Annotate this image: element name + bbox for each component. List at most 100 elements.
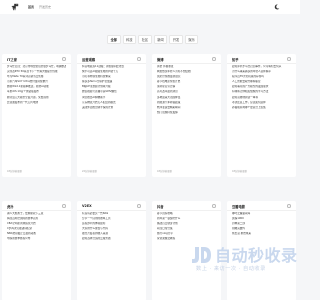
list-item[interactable]: 春节档电影预售开启	[157, 80, 216, 84]
list-item[interactable]: 小红书内容生态持续繁荣	[82, 75, 141, 79]
card-title: 微博	[157, 58, 164, 62]
watermark-title: 自动秒收录	[215, 246, 298, 265]
news-card-weibo: 微博 黄金 价格暴涨 网友热议年轻人为何不想结婚 国足世预赛最新战况 春节档电影…	[152, 54, 221, 177]
list-item[interactable]: 腾讯混元大模型全面开源，免费商用	[7, 96, 66, 100]
card-updated-time: 43分钟前更新	[7, 170, 22, 173]
card-header: 微博	[152, 54, 221, 64]
card-title: 虎扑	[7, 205, 14, 209]
list-item[interactable]: 分享一个自用的效率工具	[82, 217, 141, 221]
tab-news[interactable]: 新闻	[153, 35, 168, 45]
list-item[interactable]: 苹果iOS 19首个测试版发布	[7, 90, 66, 94]
card-updated-time: 43分钟前更新	[232, 170, 247, 173]
list-item[interactable]: 熊出没·重启未来	[232, 232, 291, 236]
tab-dev[interactable]: 开发	[169, 35, 183, 45]
moon-icon[interactable]	[274, 4, 280, 10]
list-item[interactable]: 大家用什么键盘写代码	[82, 227, 141, 231]
list-item[interactable]: 射雕英雄传	[232, 227, 291, 231]
list-item[interactable]: 如何看待国产大模型的发展现状	[232, 85, 291, 89]
list-item[interactable]: 热门话题持续发酵	[157, 111, 216, 115]
news-card-ithome: IT之家 罗马仕召回：北京市场监管局约谈罗马仕，明确整改要求与消费者权益保护 英…	[2, 54, 71, 177]
list-item[interactable]: 如何选择合适的云服务器	[82, 237, 141, 241]
list-item[interactable]: 人工智能会取代哪些职业	[232, 80, 291, 84]
card-title: 豆瓣电影	[232, 205, 246, 209]
card-header: 运营观察	[77, 54, 146, 64]
card-list: 湖人大胜勇士，詹姆斯砍下三双 梅西迈阿密国际新赛季首秀 CBA全明星周末投票开启…	[2, 211, 71, 241]
list-item[interactable]: 微信视频号直播带货GMV翻倍	[82, 90, 141, 94]
list-item[interactable]: 拼多多Temu全球扩张加速	[82, 80, 141, 84]
list-item[interactable]: 某明星官宣恋情	[157, 85, 216, 89]
list-item[interactable]: NBA交易截止日最新动态	[7, 232, 66, 236]
card-title: IT之家	[7, 58, 18, 62]
list-item[interactable]: 罗马仕召回：北京市场监管局约谈罗马仕，明确整改要求与消费者权益保护	[7, 65, 66, 69]
card-header: 虎扑	[2, 201, 71, 211]
refresh-icon[interactable]	[212, 57, 216, 61]
list-item[interactable]: 旅行vlog分享	[157, 232, 216, 236]
list-item[interactable]: 春节回家攻略	[157, 212, 216, 216]
list-item[interactable]: 新能源汽车补贴政策	[157, 101, 216, 105]
list-item[interactable]: 淘宝推出AI购物助手	[82, 96, 141, 100]
refresh-icon[interactable]	[62, 57, 66, 61]
refresh-icon[interactable]	[137, 57, 141, 61]
list-item[interactable]: 唐探1900	[232, 217, 291, 221]
page-root: 首页 开发历史 全部 科技 社区 新闻 开发 娱乐 IT之家 罗马仕召回：北京市…	[0, 0, 300, 300]
list-item[interactable]: 如何评价罗马仕召回事件，公司将何去何从	[232, 65, 291, 69]
list-item[interactable]: 挑战百日健身计划	[157, 222, 216, 226]
list-item[interactable]: 有哪些让你相见恨晚的学习方法	[232, 90, 291, 94]
tab-entertainment[interactable]: 娱乐	[184, 35, 199, 45]
list-item[interactable]: 远程办公的体验如何	[82, 222, 141, 226]
list-item[interactable]: 萌宠日常合集	[157, 227, 216, 231]
watermark-subtitle: 数上 · 来访一次 · 自动收录	[196, 266, 266, 272]
list-item[interactable]: 考研还是工作，应该如何选择	[232, 101, 291, 105]
list-item[interactable]: B站UP主激励计划再升级	[82, 85, 141, 89]
card-list: 罗马仕召回：北京市场监管局约谈罗马仕，明确整改要求与消费者权益保护 英伟达RTX…	[2, 64, 71, 104]
list-item[interactable]: 美团外卖推出骑手保障计划	[82, 106, 141, 110]
refresh-icon[interactable]	[287, 204, 291, 208]
list-item[interactable]: 程序员35岁危机真的存在吗	[232, 75, 291, 79]
card-header: IT之家	[2, 54, 71, 64]
tab-community[interactable]: 社区	[138, 35, 152, 45]
list-item[interactable]: 多地迎来大范围降温	[157, 96, 216, 100]
nav-home-link[interactable]: 首页	[28, 5, 34, 9]
card-list: 如何评价罗马仕召回事件，公司将何去何从 为什么越来越多的年轻人选择躺平 程序员3…	[227, 64, 296, 109]
list-item[interactable]: 微软Win11新版本推送，新增AI功能	[7, 85, 66, 89]
refresh-icon[interactable]	[287, 57, 291, 61]
list-item[interactable]: 京东物流开启无人配送新模式	[82, 101, 141, 105]
list-item[interactable]: 高考改革最新消息	[157, 90, 216, 94]
card-updated-time: 22分钟前更新	[82, 170, 97, 173]
card-updated-time: 43分钟前更新	[157, 170, 172, 173]
list-item[interactable]: 杭州亚运会精彩瞬间	[157, 106, 216, 110]
card-list: 有没有必要买一台NAS 分享一个自用的效率工具 远程办公的体验如何 大家用什么键…	[77, 211, 146, 241]
list-item[interactable]: 小米汽车SU7 Ultra交付量持续攀升	[7, 80, 66, 84]
list-item[interactable]: 快手可灵AI视频生成用户破千万	[82, 70, 141, 74]
list-item[interactable]: 抖音电商双11战报：销售额同比增长	[82, 65, 141, 69]
watermark: 自动秒收录 数上 · 来访一次 · 自动收录	[190, 240, 300, 300]
list-item[interactable]: 华为Mate 70系列首销当日售罄	[7, 75, 66, 79]
nav-dev-history-link[interactable]: 开发历史	[39, 5, 51, 9]
list-item[interactable]: 独立开发者的收入来源	[82, 232, 141, 236]
refresh-icon[interactable]	[212, 204, 216, 208]
refresh-icon[interactable]	[62, 204, 66, 208]
list-item[interactable]: 英伟达RTX 50系显卡下一代将大幅提升性能	[7, 70, 66, 74]
dinosaur-icon[interactable]	[11, 3, 19, 11]
list-item[interactable]: 比亚迪发布新一代刀片电池	[7, 101, 66, 105]
list-item[interactable]: 梅西迈阿密国际新赛季首秀	[7, 217, 66, 221]
list-item[interactable]: C罗再次打破进球纪录	[7, 227, 66, 231]
list-item[interactable]: 国足世预赛最新战况	[157, 75, 216, 79]
list-item[interactable]: 如何高效地阅读一本书	[232, 96, 291, 100]
list-item[interactable]: 湖人大胜勇士，詹姆斯砍下三双	[7, 212, 66, 216]
card-header: 知乎	[227, 54, 296, 64]
tab-tech[interactable]: 科技	[122, 35, 137, 45]
list-item[interactable]: 有没有必要买一台NAS	[82, 212, 141, 216]
list-item[interactable]: 养猫和养狗哪个更适合上班族	[232, 106, 291, 110]
list-item[interactable]: 中超新赛季赛程公布	[7, 237, 66, 241]
list-item[interactable]: 新年第一顿饭吃什么	[157, 217, 216, 221]
list-item[interactable]: CBA全明星周末投票开启	[7, 222, 66, 226]
refresh-icon[interactable]	[137, 204, 141, 208]
list-item[interactable]: 黄金 价格暴涨	[157, 65, 216, 69]
tab-all[interactable]: 全部	[107, 35, 121, 45]
list-item[interactable]: 封神第二部	[232, 222, 291, 226]
list-item[interactable]: 哪吒之魔童闹海	[232, 212, 291, 216]
list-item[interactable]: 网友热议年轻人为何不想结婚	[157, 70, 216, 74]
list-item[interactable]: 为什么越来越多的年轻人选择躺平	[232, 70, 291, 74]
top-bar: 首页 开发历史	[0, 0, 300, 14]
